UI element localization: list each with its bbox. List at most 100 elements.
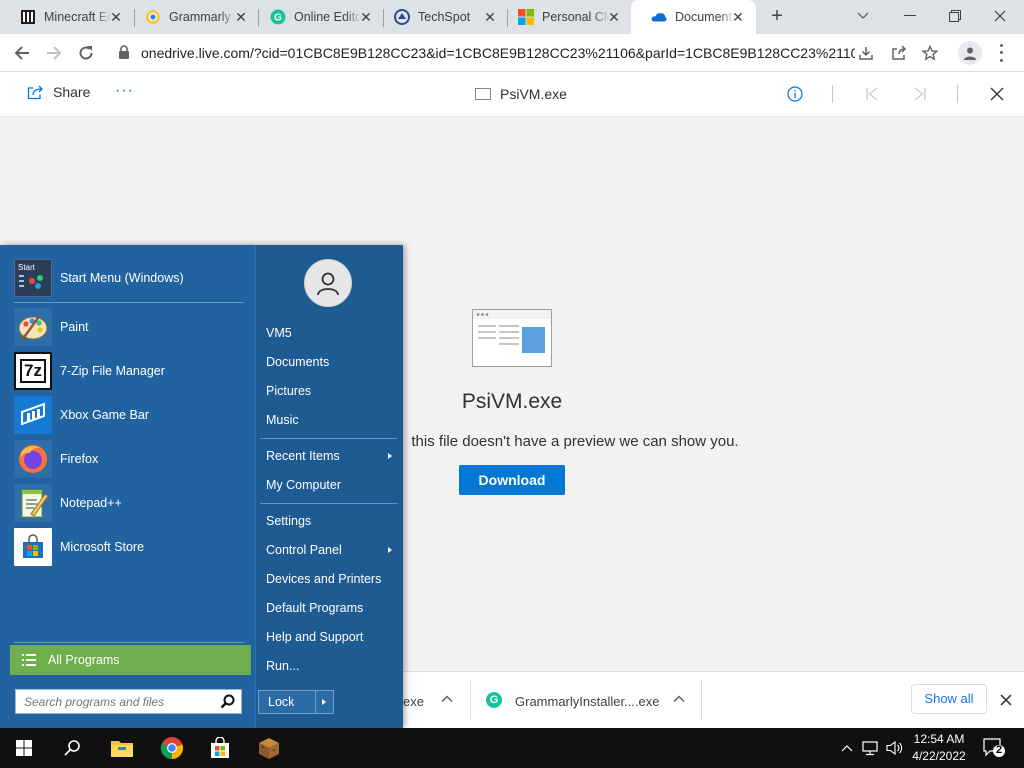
- browser-menu-icon[interactable]: [993, 42, 1009, 64]
- close-tab-icon[interactable]: ✕: [606, 9, 622, 25]
- user-avatar-icon[interactable]: [304, 259, 352, 307]
- tab-personal-cloud[interactable]: Personal Cloud ✕: [498, 0, 632, 34]
- download-item-name[interactable]: GrammarlyInstaller....exe: [515, 694, 660, 709]
- places-settings[interactable]: Settings: [266, 509, 396, 533]
- start-search-input[interactable]: [24, 690, 214, 713]
- profile-avatar-icon[interactable]: [958, 41, 982, 65]
- places-devices-printers[interactable]: Devices and Printers: [266, 567, 396, 591]
- close-viewer-icon[interactable]: [987, 84, 1007, 104]
- taskbar-microsoft-store[interactable]: [196, 728, 244, 768]
- lock-button[interactable]: Lock: [258, 690, 334, 714]
- search-icon: [64, 740, 80, 756]
- program-xbox-game-bar[interactable]: Xbox Game Bar: [14, 396, 250, 434]
- address-bar[interactable]: onedrive.live.com/?cid=01CBC8E9B128CC23&…: [108, 38, 948, 68]
- divider: [14, 642, 244, 643]
- start-menu-windows-item[interactable]: Start Start Menu (Windows): [14, 259, 250, 297]
- next-file-icon[interactable]: [910, 84, 930, 104]
- browser-toolbar: onedrive.live.com/?cid=01CBC8E9B128CC23&…: [0, 34, 1024, 72]
- places-documents[interactable]: Documents: [266, 350, 396, 374]
- previous-file-icon[interactable]: [862, 84, 882, 104]
- taskbar-file-explorer[interactable]: [98, 728, 146, 768]
- chevron-up-icon[interactable]: [440, 692, 454, 706]
- minimize-window-button[interactable]: [896, 4, 924, 28]
- lock-icon[interactable]: [118, 45, 130, 59]
- tab-documents[interactable]: Documents ✕: [631, 0, 756, 34]
- close-tab-icon[interactable]: ✕: [730, 9, 746, 25]
- install-app-icon[interactable]: [856, 43, 876, 63]
- places-help-support[interactable]: Help and Support: [266, 625, 396, 649]
- minecraft-block-icon: [259, 738, 279, 759]
- program-paint[interactable]: Paint: [14, 308, 250, 346]
- close-shelf-icon[interactable]: [997, 691, 1015, 709]
- places-user-folder[interactable]: VM5: [266, 321, 396, 345]
- taskbar-chrome[interactable]: [148, 728, 196, 768]
- info-icon[interactable]: [785, 84, 805, 104]
- network-icon[interactable]: [862, 740, 880, 756]
- tab-minecraft[interactable]: Minecraft Edition ✕: [0, 0, 134, 34]
- places-default-programs[interactable]: Default Programs: [266, 596, 396, 620]
- places-my-computer[interactable]: My Computer: [266, 473, 396, 497]
- tab-online-editor[interactable]: G Online Editor ✕: [250, 0, 384, 34]
- places-music[interactable]: Music: [266, 408, 396, 432]
- url-text[interactable]: onedrive.live.com/?cid=01CBC8E9B128CC23&…: [141, 45, 855, 61]
- notepad-plus-plus-icon: [14, 484, 52, 522]
- tab-title: Grammarly: [169, 10, 231, 24]
- taskbar-search-button[interactable]: [48, 728, 96, 768]
- program-microsoft-store[interactable]: Microsoft Store: [14, 528, 250, 566]
- action-center-icon[interactable]: 2: [983, 738, 1005, 758]
- power-options-arrow-icon[interactable]: [322, 699, 326, 705]
- browser-tab-strip: Minecraft Edition ✕ Grammarly ✕ G Online…: [0, 0, 1024, 34]
- program-label: Firefox: [60, 452, 99, 466]
- share-page-icon[interactable]: [889, 43, 909, 63]
- tab-title: Documents: [675, 10, 735, 24]
- volume-icon[interactable]: [886, 740, 904, 756]
- tab-search-chevron-icon[interactable]: [849, 4, 877, 28]
- start-menu-app-icon: Start: [14, 259, 52, 297]
- show-hidden-icons-chevron-icon[interactable]: [838, 740, 856, 756]
- download-item-name[interactable]: exe: [403, 694, 424, 709]
- places-run[interactable]: Run...: [266, 654, 396, 678]
- tab-title: Minecraft Edition: [44, 10, 112, 24]
- 7zip-icon: 7z: [14, 352, 52, 390]
- file-name-label: PsiVM.exe: [500, 86, 567, 102]
- techspot-favicon-icon: [394, 9, 410, 25]
- bookmark-star-icon[interactable]: [920, 43, 940, 63]
- share-button[interactable]: Share: [27, 84, 90, 100]
- tab-title: Online Editor: [294, 10, 362, 24]
- start-search-box[interactable]: [15, 689, 242, 714]
- places-pictures[interactable]: Pictures: [266, 379, 396, 403]
- program-firefox[interactable]: Firefox: [14, 440, 250, 478]
- submenu-arrow-icon: [388, 547, 392, 553]
- close-tab-icon[interactable]: ✕: [358, 9, 374, 25]
- tab-grammarly[interactable]: Grammarly ✕: [125, 0, 259, 34]
- forward-button[interactable]: [42, 41, 66, 65]
- tab-techspot[interactable]: TechSpot ✕: [374, 0, 508, 34]
- start-menu: Start Start Menu (Windows) Paint 7z 7-Zi…: [0, 245, 403, 728]
- back-button[interactable]: [10, 41, 34, 65]
- places-recent-items[interactable]: Recent Items: [266, 444, 396, 468]
- more-options-button[interactable]: ···: [115, 82, 134, 100]
- lock-label: Lock: [268, 695, 295, 709]
- restore-window-button[interactable]: [941, 4, 969, 28]
- taskbar-clock[interactable]: 12:54 AM 4/22/2022: [908, 731, 970, 765]
- program-7zip[interactable]: 7z 7-Zip File Manager: [14, 352, 250, 390]
- onedrive-favicon-icon: [651, 9, 667, 25]
- start-button[interactable]: [0, 728, 48, 768]
- places-control-panel[interactable]: Control Panel: [266, 538, 396, 562]
- divider: [832, 85, 833, 103]
- search-icon[interactable]: [220, 694, 235, 709]
- close-tab-icon[interactable]: ✕: [233, 9, 249, 25]
- submenu-arrow-icon: [388, 453, 392, 459]
- close-tab-icon[interactable]: ✕: [108, 9, 124, 25]
- xbox-game-bar-icon: [14, 396, 52, 434]
- download-button[interactable]: Download: [459, 465, 565, 495]
- all-programs-button[interactable]: All Programs: [10, 645, 251, 675]
- chevron-up-icon[interactable]: [672, 692, 686, 706]
- reload-button[interactable]: [74, 41, 98, 65]
- show-all-downloads-button[interactable]: Show all: [911, 684, 987, 714]
- new-tab-button[interactable]: +: [766, 5, 788, 27]
- taskbar-minecraft[interactable]: [245, 728, 293, 768]
- close-window-button[interactable]: [986, 4, 1014, 28]
- close-tab-icon[interactable]: ✕: [482, 9, 498, 25]
- program-notepad-plus-plus[interactable]: Notepad++: [14, 484, 250, 522]
